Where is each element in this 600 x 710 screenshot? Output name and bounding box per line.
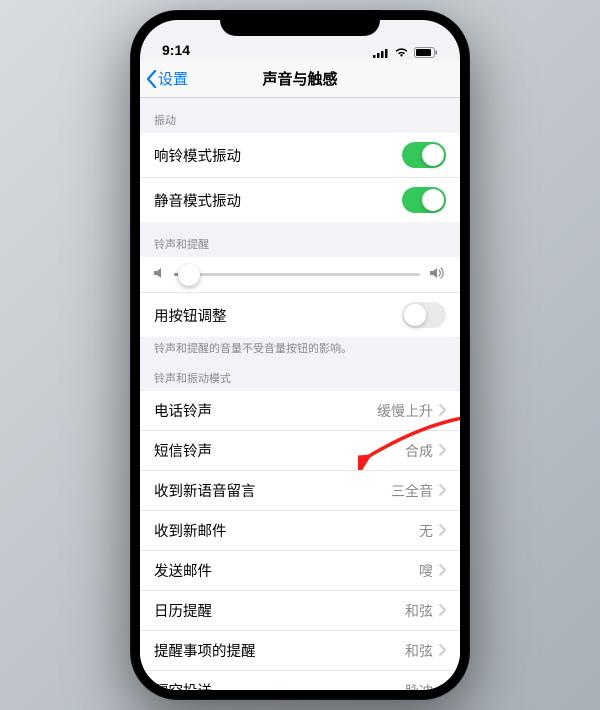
row-pattern-2[interactable]: 收到新语音留言 三全音 [140,471,460,511]
row-label: 日历提醒 [154,600,212,621]
row-label: 收到新邮件 [154,520,227,541]
row-pattern-1[interactable]: 短信铃声 合成 [140,431,460,471]
row-pattern-3[interactable]: 收到新邮件 无 [140,511,460,551]
chevron-right-icon [439,483,446,499]
navbar: 设置 声音与触感 [140,60,460,98]
row-pattern-5[interactable]: 日历提醒 和弦 [140,591,460,631]
chevron-right-icon [439,603,446,619]
row-detail: 嗖 [419,561,433,581]
slider-thumb[interactable] [178,264,200,286]
row-detail: 和弦 [405,641,433,661]
row-label: 短信铃声 [154,440,212,461]
back-button[interactable]: 设置 [146,60,188,97]
row-detail: 和弦 [405,601,433,621]
row-change-with-buttons[interactable]: 用按钮调整 [140,293,460,337]
notch [220,10,380,36]
signal-icon [373,48,389,58]
volume-low-icon [154,267,164,282]
battery-icon [414,47,438,58]
row-label: 电话铃声 [154,400,212,421]
back-label: 设置 [158,68,188,89]
row-pattern-4[interactable]: 发送邮件 嗖 [140,551,460,591]
content-scroll[interactable]: 振动 响铃模式振动 静音模式振动 铃声和提醒 [140,98,460,690]
row-label: 静音模式振动 [154,190,241,211]
chevron-right-icon [439,643,446,659]
page-title: 声音与触感 [262,68,337,89]
row-detail: 合成 [405,441,433,461]
chevron-left-icon [146,70,157,88]
section-header-ringer: 铃声和提醒 [140,222,460,257]
switch-ring-vibrate[interactable] [402,142,446,168]
row-pattern-0[interactable]: 电话铃声 缓慢上升 [140,391,460,431]
row-pattern-7[interactable]: 隔空投送 脉冲 [140,671,460,690]
chevron-right-icon [439,523,446,539]
volume-slider[interactable] [174,273,420,276]
row-label: 响铃模式振动 [154,145,241,166]
row-silent-vibrate[interactable]: 静音模式振动 [140,178,460,222]
row-label: 发送邮件 [154,560,212,581]
section-footer-ringer: 铃声和提醒的音量不受音量按钮的影响。 [140,337,460,356]
chevron-right-icon [439,443,446,459]
volume-high-icon [430,267,446,282]
chevron-right-icon [439,403,446,419]
section-header-vibration: 振动 [140,98,460,133]
row-label: 收到新语音留言 [154,480,256,501]
row-ring-vibrate[interactable]: 响铃模式振动 [140,133,460,178]
screen: 9:14 设置 声音与触感 振动 [140,20,460,690]
row-pattern-6[interactable]: 提醒事项的提醒 和弦 [140,631,460,671]
row-volume-slider [140,257,460,293]
switch-silent-vibrate[interactable] [402,187,446,213]
row-detail: 无 [419,521,433,541]
chevron-right-icon [439,683,446,690]
row-label: 隔空投送 [154,680,212,690]
status-time: 9:14 [162,42,190,58]
row-detail: 三全音 [391,481,433,501]
chevron-right-icon [439,563,446,579]
row-detail: 缓慢上升 [377,401,433,421]
row-label: 用按钮调整 [154,305,227,326]
section-header-patterns: 铃声和振动模式 [140,356,460,391]
row-detail: 脉冲 [405,681,433,690]
switch-change-with-buttons[interactable] [402,302,446,328]
wifi-icon [394,47,409,58]
row-label: 提醒事项的提醒 [154,640,256,661]
phone-frame: 9:14 设置 声音与触感 振动 [130,10,470,700]
